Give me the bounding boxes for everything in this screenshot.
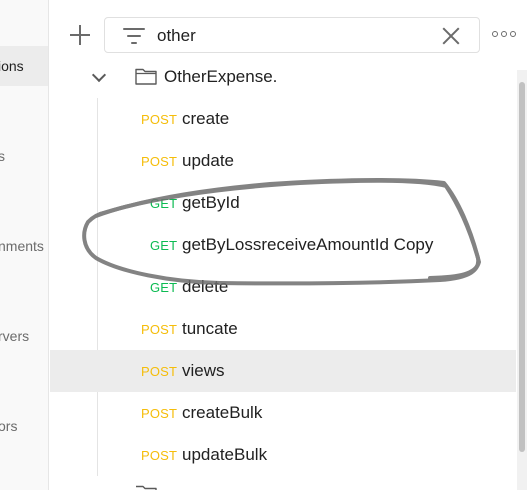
search-input[interactable]: [157, 25, 427, 47]
tree-scrollbar[interactable]: [517, 70, 527, 490]
plus-icon[interactable]: [66, 21, 94, 49]
method-badge: POST: [141, 111, 178, 127]
request-row[interactable]: POST createBulk: [50, 392, 516, 434]
request-row[interactable]: POST updateBulk: [50, 434, 516, 476]
request-row[interactable]: POST views: [50, 350, 516, 392]
sidebar-item-label: s: [0, 148, 5, 164]
filter-icon: [123, 27, 145, 45]
sidebar-item-label: rvers: [0, 328, 30, 344]
folder-icon: [135, 68, 157, 85]
method-badge: POST: [141, 363, 178, 379]
left-sidebar: ions s nments rvers ors: [0, 0, 49, 490]
request-name: update: [182, 151, 234, 170]
request-row[interactable]: POST update: [50, 140, 516, 182]
collection-tree: OtherExpense. POST create POST update GE…: [50, 56, 516, 490]
method-badge: GET: [150, 237, 178, 253]
method-badge: POST: [141, 321, 178, 337]
request-row[interactable]: POST tuncate: [50, 308, 516, 350]
request-name: delete: [182, 277, 229, 296]
folder-label: OtherExpense.: [164, 67, 278, 86]
method-badge: GET: [150, 279, 178, 295]
scrollbar-thumb[interactable]: [519, 82, 525, 452]
method-badge: POST: [141, 447, 178, 463]
request-row[interactable]: GET delete: [50, 266, 516, 308]
method-badge: GET: [150, 195, 178, 211]
close-icon[interactable]: [441, 26, 461, 46]
search-box[interactable]: [104, 17, 480, 53]
chevron-down-icon[interactable]: [92, 70, 104, 82]
sidebar-item-label: ions: [0, 58, 24, 74]
collections-toolbar: [50, 14, 529, 56]
request-row[interactable]: GET getById: [50, 182, 516, 224]
more-horizontal-icon[interactable]: [492, 30, 518, 40]
request-name: views: [182, 361, 225, 380]
request-name: tuncate: [182, 319, 238, 338]
request-name: getById: [182, 193, 240, 212]
sidebar-item-collections[interactable]: ions: [0, 46, 48, 86]
request-name: create: [182, 109, 230, 128]
request-row[interactable]: GET getByLossreceiveAmountId Copy: [50, 224, 516, 266]
sidebar-item-environments[interactable]: nments: [0, 226, 48, 266]
sidebar-item-label: nments: [0, 238, 44, 254]
request-name: getByLossreceiveAmountId Copy: [182, 235, 434, 254]
folder-row[interactable]: OtherExpense.: [50, 56, 516, 98]
request-name: updateBulk: [182, 445, 268, 464]
sidebar-item-apis[interactable]: s: [0, 136, 48, 176]
sidebar-item-mock-servers[interactable]: rvers: [0, 316, 48, 356]
sidebar-item-label: ors: [0, 418, 18, 434]
request-row[interactable]: POST create: [50, 98, 516, 140]
sidebar-item-monitors[interactable]: ors: [0, 406, 48, 446]
method-badge: POST: [141, 405, 178, 421]
method-badge: POST: [141, 153, 178, 169]
folder-icon: [136, 485, 157, 490]
request-name: createBulk: [182, 403, 263, 422]
